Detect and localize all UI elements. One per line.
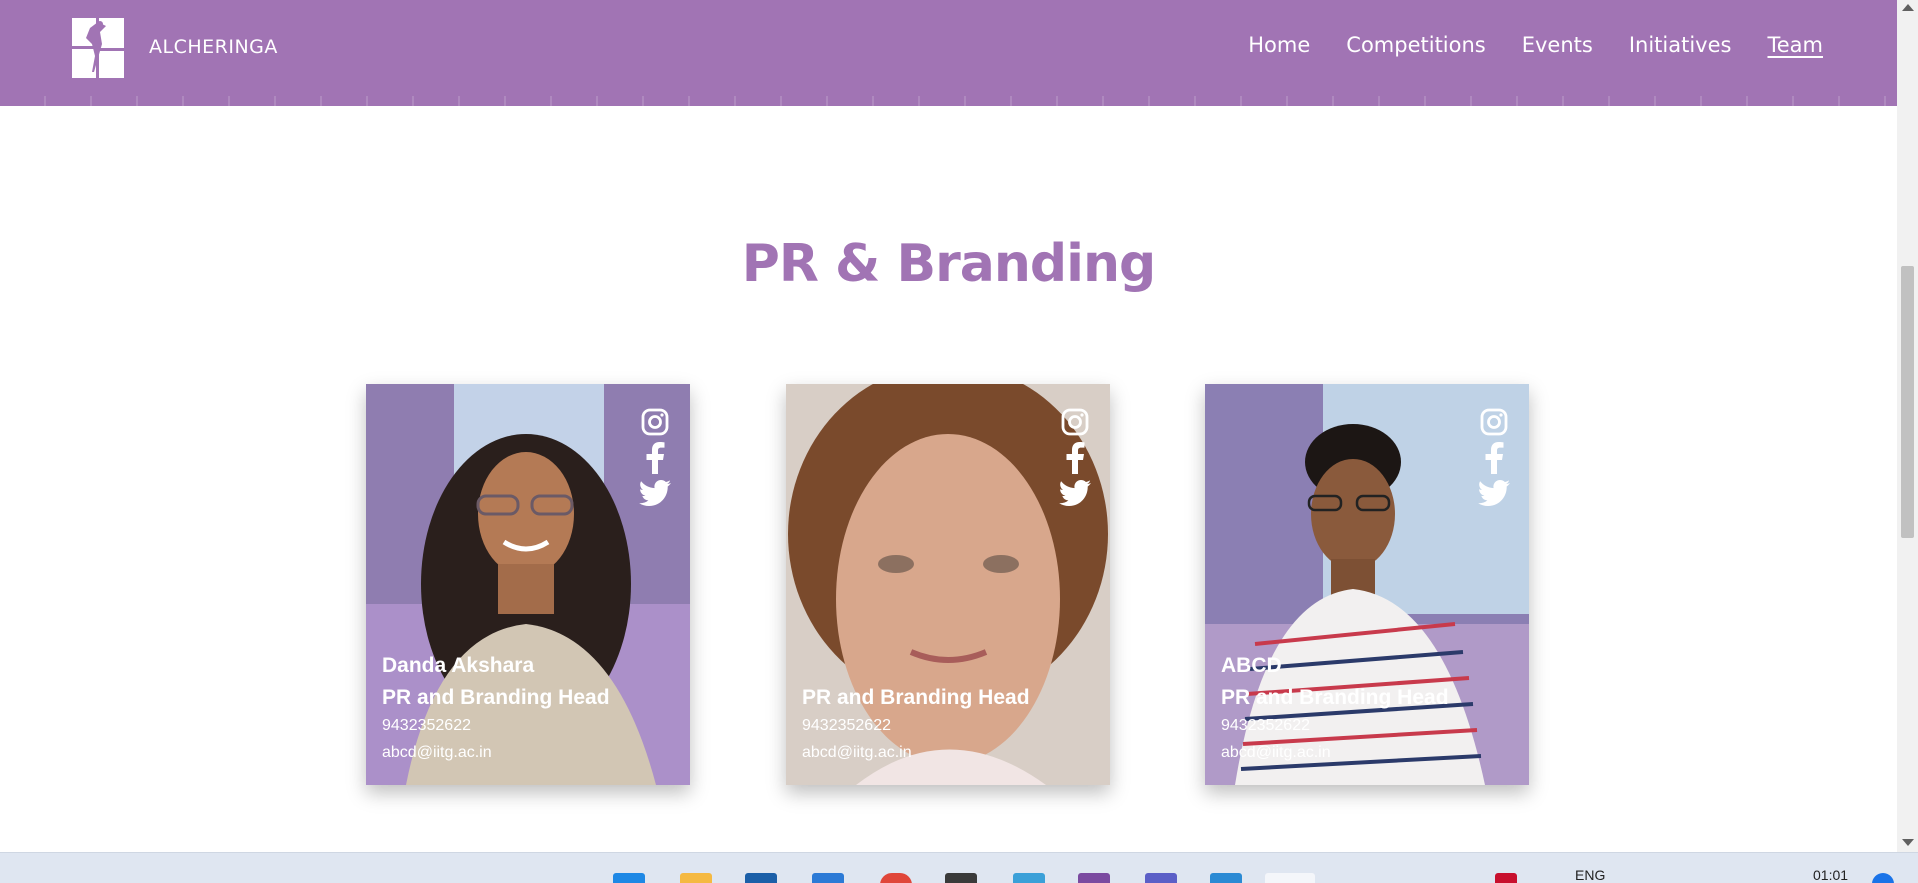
page-viewport: ALCHERINGA Home Competitions Events Init… — [0, 0, 1897, 852]
section-title: PR & Branding — [741, 234, 1156, 294]
member-role: PR and Branding Head — [382, 686, 610, 709]
active-app-icon[interactable] — [1265, 873, 1315, 883]
top-navbar: ALCHERINGA Home Competitions Events Init… — [0, 0, 1897, 106]
scroll-down-arrow-icon[interactable] — [1902, 839, 1914, 846]
nav-events[interactable]: Events — [1522, 33, 1593, 57]
social-links — [639, 408, 671, 506]
chrome-icon[interactable] — [880, 873, 912, 883]
notification-icon[interactable] — [1872, 873, 1894, 883]
member-email: abcd@iitg.ac.in — [1221, 744, 1331, 761]
facebook-icon[interactable] — [1484, 442, 1504, 474]
instagram-icon[interactable] — [641, 408, 669, 436]
facebook-icon[interactable] — [645, 442, 665, 474]
nav-team[interactable]: Team — [1767, 33, 1823, 57]
member-info: PR and Branding Head 9432352622 abcd@iit… — [802, 683, 1030, 767]
start-icon[interactable] — [613, 873, 645, 883]
tray-app-icon[interactable] — [1495, 873, 1517, 883]
nav-initiatives[interactable]: Initiatives — [1629, 33, 1732, 57]
twitter-icon[interactable] — [1059, 480, 1091, 506]
instagram-icon[interactable] — [1480, 408, 1508, 436]
member-phone: 9432352622 — [1221, 717, 1310, 734]
main-nav: Home Competitions Events Initiatives Tea… — [1248, 33, 1823, 57]
member-role: PR and Branding Head — [1221, 686, 1449, 709]
member-name: Danda Akshara — [382, 654, 535, 677]
scroll-thumb[interactable] — [1901, 266, 1914, 538]
teams-icon[interactable] — [1145, 873, 1177, 883]
nav-competitions[interactable]: Competitions — [1346, 33, 1485, 57]
team-card: PR and Branding Head 9432352622 abcd@iit… — [786, 384, 1110, 785]
file-explorer-icon[interactable] — [680, 873, 712, 883]
member-role: PR and Branding Head — [802, 686, 1030, 709]
language-indicator[interactable]: ENG — [1575, 867, 1605, 883]
member-info: Danda Akshara PR and Branding Head 94323… — [382, 649, 610, 767]
facebook-icon[interactable] — [1065, 442, 1085, 474]
vertical-scrollbar[interactable] — [1897, 0, 1918, 852]
instagram-icon[interactable] — [1061, 408, 1089, 436]
navbar-pattern — [0, 96, 1897, 106]
team-card: ABCD PR and Branding Head 9432352622 abc… — [1205, 384, 1529, 785]
member-phone: 9432352622 — [382, 717, 471, 734]
app-icon[interactable] — [1078, 873, 1110, 883]
member-name: ABCD — [1221, 654, 1282, 677]
social-links — [1059, 408, 1091, 506]
team-card: Danda Akshara PR and Branding Head 94323… — [366, 384, 690, 785]
vscode-icon[interactable] — [812, 873, 844, 883]
member-email: abcd@iitg.ac.in — [802, 744, 912, 761]
social-links — [1478, 408, 1510, 506]
os-taskbar: ENG 01:01 — [0, 852, 1918, 883]
nav-home[interactable]: Home — [1248, 33, 1310, 57]
scroll-up-arrow-icon[interactable] — [1902, 4, 1914, 11]
calendar-icon[interactable] — [1013, 873, 1045, 883]
member-info: ABCD PR and Branding Head 9432352622 abc… — [1221, 649, 1449, 767]
brand-name[interactable]: ALCHERINGA — [149, 36, 278, 58]
terminal-icon[interactable] — [945, 873, 977, 883]
alcheringa-logo-icon[interactable] — [72, 18, 124, 78]
member-phone: 9432352622 — [802, 717, 891, 734]
twitter-icon[interactable] — [1478, 480, 1510, 506]
app-icon[interactable] — [745, 873, 777, 883]
app-icon[interactable] — [1210, 873, 1242, 883]
member-email: abcd@iitg.ac.in — [382, 744, 492, 761]
twitter-icon[interactable] — [639, 480, 671, 506]
clock[interactable]: 01:01 — [1813, 867, 1848, 883]
